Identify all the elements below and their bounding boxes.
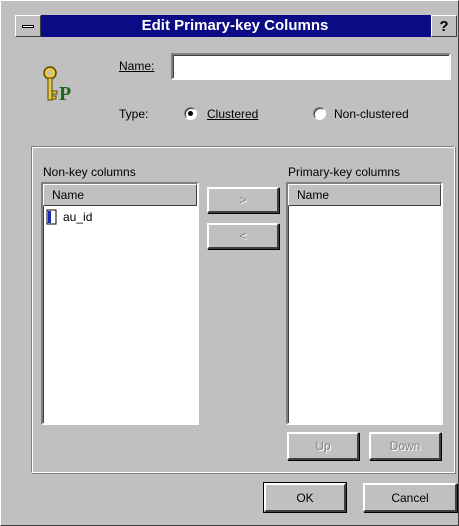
type-label: Type: [119,107,149,121]
help-button[interactable]: ? [431,15,457,37]
ok-button[interactable]: OK [263,482,347,513]
title-bar: Edit Primary-key Columns ? [15,15,457,37]
name-input[interactable] [171,53,451,80]
remove-column-button[interactable]: < [207,223,279,249]
non-key-name-header[interactable]: Name [43,184,197,206]
system-menu-button[interactable] [15,15,41,37]
cancel-button[interactable]: Cancel [363,483,457,512]
primary-key-icon: P [43,66,71,105]
svg-text:P: P [59,83,71,105]
column-name: au_id [63,210,93,224]
primary-key-name-header[interactable]: Name [288,184,441,206]
non-key-columns-list[interactable]: Name au_id [41,182,199,425]
name-label: Name: [119,59,155,73]
primary-key-columns-list[interactable]: Name [286,182,443,425]
clustered-label[interactable]: Clustered [207,107,258,121]
clustered-radio[interactable] [184,107,197,120]
non-clustered-label[interactable]: Non-clustered [334,107,409,121]
non-key-columns-label: Non-key columns [43,165,136,179]
column-icon [46,209,57,225]
primary-key-columns-label: Primary-key columns [288,165,401,179]
up-button[interactable]: Up [287,432,359,460]
dialog-title: Edit Primary-key Columns [141,17,329,34]
down-button[interactable]: Down [369,432,441,460]
add-column-button[interactable]: > [207,187,279,213]
non-clustered-radio[interactable] [313,107,326,120]
list-item[interactable]: au_id [45,208,92,226]
edit-primary-key-dialog: Edit Primary-key Columns ? P Name: Type:… [0,0,459,526]
